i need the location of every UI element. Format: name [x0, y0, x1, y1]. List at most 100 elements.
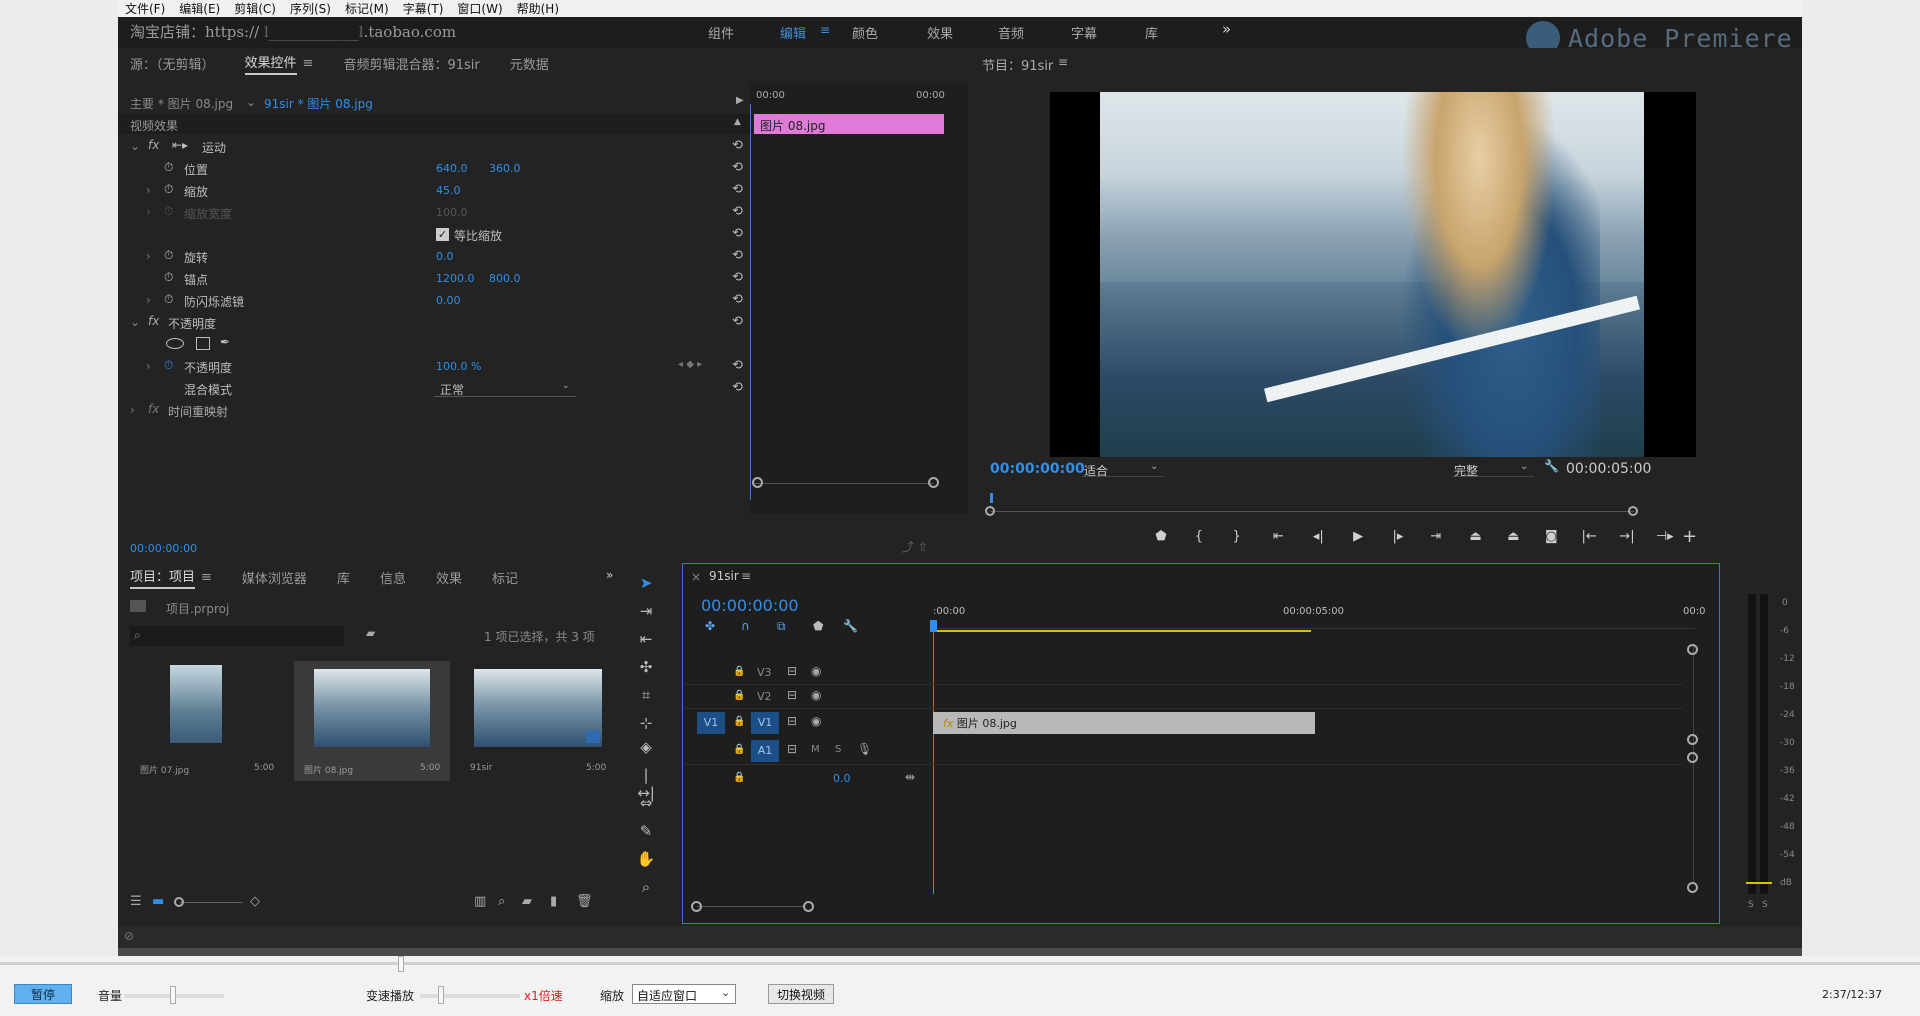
add-marker-icon[interactable]: ⬟ [813, 619, 823, 633]
reset-icon[interactable]: ⟲ [732, 204, 743, 219]
extract-icon[interactable]: ⏏ [1502, 526, 1524, 548]
ellipse-mask-icon[interactable] [166, 338, 184, 349]
work-area-bar[interactable] [931, 630, 1311, 632]
zoom-tool-icon[interactable]: ⌕ [635, 878, 657, 900]
find-icon[interactable]: ⌕ [498, 894, 505, 909]
reset-icon[interactable]: ⟲ [732, 160, 743, 175]
source-patch-v1[interactable]: V1 [697, 712, 725, 734]
workspace-captions[interactable]: 字幕 [1071, 23, 1097, 42]
eye-icon[interactable]: ◉ [811, 688, 821, 702]
progress-handle[interactable] [398, 956, 404, 972]
pause-button[interactable]: 暂停 [14, 984, 72, 1004]
wrench-icon[interactable]: 🔧 [1544, 459, 1559, 473]
lock-icon[interactable]: 🔒 [733, 666, 745, 677]
stopwatch-icon[interactable]: ⏱ [164, 160, 173, 175]
go-to-end-icon[interactable]: ⇹ [905, 770, 915, 784]
track-select-tool-icon[interactable]: ⇥ [635, 602, 657, 624]
timeline-ruler[interactable] [933, 619, 1695, 629]
track-target-v1[interactable]: V1 [751, 712, 779, 734]
sequence-tab[interactable]: 91sir [709, 569, 739, 583]
master-clip-label[interactable]: 主要 * 图片 08.jpg [130, 95, 233, 112]
mark-in-icon[interactable]: { [1188, 526, 1210, 548]
new-bin-icon[interactable]: ▰ [366, 626, 375, 640]
timeline-hscroll[interactable] [697, 906, 805, 907]
timeline-vscroll[interactable] [1693, 644, 1694, 884]
workspace-libraries[interactable]: 库 [1145, 23, 1158, 42]
sync-lock-icon[interactable]: ⊟ [787, 688, 797, 702]
project-item[interactable]: 91sir 5:00 [460, 661, 616, 781]
automate-icon[interactable]: ▥ [474, 894, 486, 909]
reset-icon[interactable]: ⟲ [732, 138, 743, 153]
lock-icon[interactable]: 🔒 [733, 716, 745, 727]
tab-effects[interactable]: 效果 [436, 568, 462, 587]
solo-left-button[interactable]: S [1748, 900, 1754, 910]
tab-project[interactable]: 项目：项目 [130, 566, 196, 589]
workspace-assembly[interactable]: 组件 [708, 23, 734, 42]
panel-overflow-icon[interactable]: » [606, 568, 613, 582]
lock-icon[interactable]: 🔒 [733, 772, 745, 783]
selection-tool-icon[interactable]: ➤ [635, 574, 657, 596]
menu-file[interactable]: 文件(F) [118, 0, 172, 17]
program-timecode[interactable]: 00:00:00:00 [990, 461, 1085, 477]
reset-icon[interactable]: ⟲ [732, 358, 743, 373]
workspace-color[interactable]: 颜色 [852, 23, 878, 42]
lock-icon[interactable]: 🔒 [733, 690, 745, 701]
tab-project-menu[interactable]: ≡ [201, 570, 212, 585]
go-to-in-icon[interactable]: ⇤ [1267, 526, 1289, 548]
tab-audio-mixer[interactable]: 音频剪辑混合器：91sir [343, 54, 479, 73]
stopwatch-icon[interactable]: ⏱ [164, 270, 173, 285]
export-icon[interactable]: ⤴ ⇧ [902, 538, 928, 555]
lock-icon[interactable]: 🔒 [733, 744, 745, 755]
reset-icon[interactable]: ⟲ [732, 270, 743, 285]
camera-icon[interactable]: ◙ [1540, 526, 1562, 548]
sequence-clip-label[interactable]: 91sir * 图片 08.jpg [264, 95, 373, 112]
zoom-select[interactable]: 自适应窗口 ⌄ [632, 984, 736, 1004]
project-item-selected[interactable]: 图片 08.jpg 5:00 [294, 661, 450, 781]
step-back-icon[interactable]: ◂| [1307, 526, 1329, 548]
tab-metadata[interactable]: 元数据 [510, 54, 549, 73]
fit-dropdown[interactable]: 适合 ⌄ [1082, 461, 1164, 478]
quality-dropdown[interactable]: 完整 ⌄ [1452, 461, 1534, 478]
pen-icon[interactable]: ✎ [635, 822, 657, 844]
step-forward-icon[interactable]: |▸ [1387, 526, 1409, 548]
overwrite-icon[interactable]: →| [1616, 526, 1638, 548]
list-view-icon[interactable]: ☰ [130, 894, 142, 909]
microphone-icon[interactable]: 🎙 [857, 742, 872, 756]
tab-libraries[interactable]: 库 [337, 568, 350, 587]
program-ruler[interactable] [985, 493, 1638, 516]
program-video[interactable] [1050, 92, 1696, 457]
rolling-edit-tool-icon[interactable]: ✣ [635, 658, 657, 680]
program-title[interactable]: 节目：91sir [982, 55, 1053, 74]
timeline-clip[interactable]: fx 图片 08.jpg [933, 712, 1315, 734]
chevron-down-icon[interactable]: ⌄ [246, 95, 256, 109]
reset-icon[interactable]: ⟲ [732, 182, 743, 197]
time-remap-row[interactable]: › fx 时间重映射 [118, 400, 750, 422]
sort-icon[interactable]: ◇ [250, 894, 260, 909]
reset-icon[interactable]: ⟲ [732, 226, 743, 241]
rectangle-mask-icon[interactable] [196, 337, 210, 350]
antiflicker-value[interactable]: 0.00 [436, 294, 461, 307]
position-x-value[interactable]: 640.0 [436, 162, 468, 175]
tab-source[interactable]: 源：（无剪辑） [130, 54, 215, 73]
insert-icon[interactable]: |← [1578, 526, 1600, 548]
tab-markers[interactable]: 标记 [492, 568, 518, 587]
track-target-a1[interactable]: A1 [751, 740, 779, 762]
playback-progress[interactable] [0, 962, 1920, 965]
linked-selection-icon[interactable]: ⧉ [777, 619, 786, 634]
workspace-overflow[interactable]: » [1222, 20, 1231, 38]
ripple-edit-tool-icon[interactable]: ⇤ [635, 630, 657, 652]
sync-lock-icon[interactable]: ⊟ [787, 664, 797, 678]
new-bin-icon[interactable]: ▰ [522, 894, 532, 909]
workspace-effects[interactable]: 效果 [927, 23, 953, 42]
timeline-timecode[interactable]: 00:00:00:00 [701, 596, 799, 615]
master-volume[interactable]: 0.0 [833, 772, 851, 785]
opacity-value[interactable]: 100.0 % [436, 360, 481, 373]
workspace-audio[interactable]: 音频 [998, 23, 1024, 42]
tab-info[interactable]: 信息 [380, 568, 406, 587]
uniform-scale-checkbox[interactable]: ✓ [436, 228, 449, 241]
hand-tool-icon[interactable]: ✋ [635, 850, 657, 872]
zoom-slider[interactable] [180, 902, 242, 903]
effect-clip-bar[interactable]: 图片 08.jpg [754, 114, 944, 134]
menu-help[interactable]: 帮助(H) [510, 0, 566, 17]
reset-icon[interactable]: ⟲ [732, 248, 743, 263]
